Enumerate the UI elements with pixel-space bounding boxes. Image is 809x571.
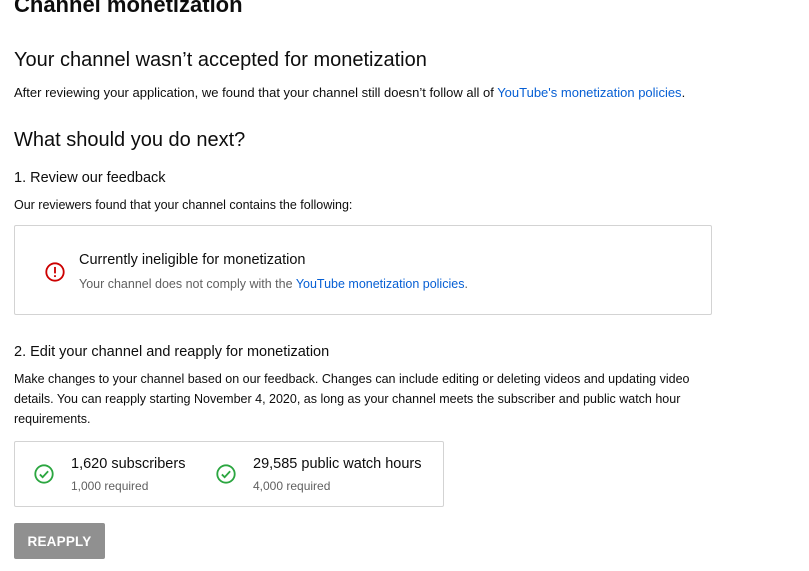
subscribers-value: 1,620 subscribers xyxy=(71,456,186,472)
youtube-monetization-policies-link[interactable]: YouTube monetization policies xyxy=(296,277,465,291)
status-description-suffix: . xyxy=(681,85,686,100)
status-description-text: After reviewing your application, we fou… xyxy=(14,85,498,100)
subscribers-required: 1,000 required xyxy=(71,479,149,493)
check-circle-icon xyxy=(34,464,54,484)
requirements-card: 1,620 subscribers 1,000 required 29,585 … xyxy=(14,441,444,507)
step1-title: 1. Review our feedback xyxy=(14,170,166,186)
next-steps-heading: What should you do next? xyxy=(14,129,246,151)
alert-circle-icon xyxy=(45,262,65,282)
watch-hours-requirement: 29,585 public watch hours 4,000 required xyxy=(205,442,443,506)
feedback-description: Your channel does not comply with the Yo… xyxy=(79,277,468,291)
status-heading: Your channel wasn’t accepted for monetiz… xyxy=(14,49,427,71)
reapply-button[interactable]: REAPPLY xyxy=(14,523,105,559)
status-description: After reviewing your application, we fou… xyxy=(14,85,685,100)
check-circle-icon xyxy=(216,464,236,484)
feedback-description-suffix: . xyxy=(464,277,468,291)
step2-title: 2. Edit your channel and reapply for mon… xyxy=(14,344,330,360)
step1-description: Our reviewers found that your channel co… xyxy=(14,198,353,212)
subscribers-requirement: 1,620 subscribers 1,000 required xyxy=(15,442,205,506)
feedback-card: Currently ineligible for monetization Yo… xyxy=(14,225,712,315)
feedback-title: Currently ineligible for monetization xyxy=(79,252,306,268)
monetization-policies-link[interactable]: YouTube's monetization policies xyxy=(497,85,681,100)
step2-description: Make changes to your channel based on ou… xyxy=(14,372,690,426)
page-title: Channel monetization xyxy=(14,0,243,17)
watch-hours-value: 29,585 public watch hours xyxy=(253,456,422,472)
watch-hours-required: 4,000 required xyxy=(253,479,331,493)
feedback-description-text: Your channel does not comply with the xyxy=(79,277,296,291)
